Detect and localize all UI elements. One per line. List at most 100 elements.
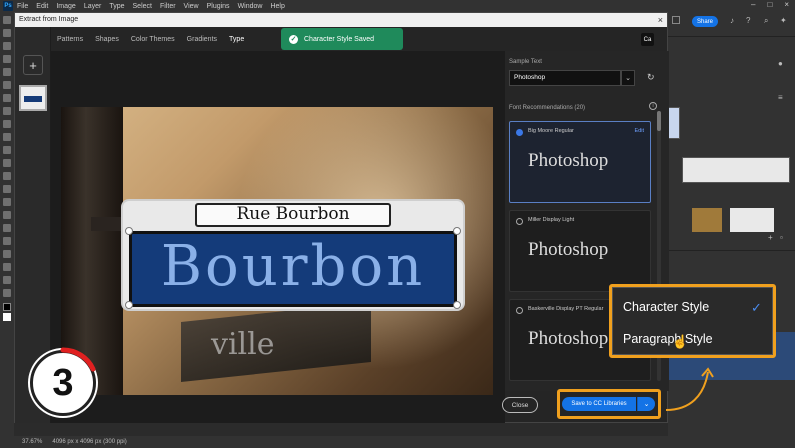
photoshop-logo-icon: Ps <box>3 1 13 11</box>
search-icon[interactable]: ⌕ <box>764 17 772 25</box>
help-icon[interactable]: ? <box>746 17 754 25</box>
menu-filter[interactable]: Filter <box>160 3 176 10</box>
path-select-tool-icon[interactable] <box>3 237 11 245</box>
menu-type[interactable]: Type <box>109 3 124 10</box>
selection-handle[interactable] <box>125 301 133 309</box>
zoom-tool-icon[interactable] <box>3 276 11 284</box>
stamp-tool-icon[interactable] <box>3 133 11 141</box>
selection-handle[interactable] <box>125 227 133 235</box>
close-button[interactable]: Close <box>502 397 538 413</box>
delete-icon[interactable]: ▫ <box>780 234 788 242</box>
sparkle-icon[interactable]: ✦ <box>780 17 788 25</box>
tab-patterns[interactable]: Patterns <box>57 36 83 43</box>
font-radio[interactable] <box>516 307 523 314</box>
info-icon[interactable]: i <box>649 102 657 110</box>
menu-file[interactable]: File <box>17 3 28 10</box>
font-card[interactable]: Miller Display Light Photoshop <box>509 210 651 292</box>
selection-handle[interactable] <box>453 227 461 235</box>
font-card[interactable]: Big Moore Regular Edit Photoshop <box>509 121 651 203</box>
selection-handle[interactable] <box>453 301 461 309</box>
move-tool-icon[interactable] <box>3 16 11 24</box>
menu-window[interactable]: Window <box>238 3 263 10</box>
edit-link[interactable]: Edit <box>635 128 644 134</box>
hand-tool-icon[interactable] <box>3 263 11 271</box>
menu-view[interactable]: View <box>184 3 199 10</box>
bell-icon[interactable]: ♪ <box>730 17 738 25</box>
close-window-button[interactable]: × <box>784 0 789 12</box>
tools-panel <box>0 12 14 436</box>
workspace-icon[interactable] <box>672 16 680 24</box>
panel-menu-icon[interactable]: ≡ <box>778 94 786 102</box>
brush-tool-icon[interactable] <box>3 120 11 128</box>
window-controls: – □ × <box>751 0 789 12</box>
menu-help[interactable]: Help <box>270 3 284 10</box>
chevron-down-icon[interactable]: ⌄ <box>621 70 635 86</box>
crop-tool-icon[interactable] <box>3 68 11 76</box>
sign-main-selection[interactable]: Bourbon <box>129 231 457 307</box>
menu-bar: Ps File Edit Image Layer Type Select Fil… <box>0 0 795 12</box>
minimize-button[interactable]: – <box>751 0 755 12</box>
add-icon[interactable]: + <box>768 234 776 242</box>
font-preview: Photoshop <box>528 328 609 349</box>
street-sign: Rue Bourbon Bourbon <box>121 199 465 311</box>
type-tool-icon[interactable] <box>3 224 11 232</box>
tab-color-themes[interactable]: Color Themes <box>131 36 175 43</box>
healing-tool-icon[interactable] <box>3 107 11 115</box>
dialog-close-icon[interactable]: × <box>658 13 663 27</box>
menu-image[interactable]: Image <box>56 3 75 10</box>
dodge-tool-icon[interactable] <box>3 198 11 206</box>
menu-item-paragraph-style[interactable]: Paragraph Style <box>623 332 713 346</box>
tab-type[interactable]: Type <box>229 36 244 43</box>
tab-shapes[interactable]: Shapes <box>95 36 119 43</box>
blur-tool-icon[interactable] <box>3 185 11 193</box>
lasso-tool-icon[interactable] <box>3 42 11 50</box>
more-tools-icon[interactable] <box>3 289 11 297</box>
eyedropper-tool-icon[interactable] <box>3 94 11 102</box>
divider <box>668 250 795 251</box>
chevron-down-icon[interactable]: ⌄ <box>637 397 655 411</box>
street-sign-photo: ville Rue Bourbon Bourbon <box>61 107 493 395</box>
history-brush-tool-icon[interactable] <box>3 146 11 154</box>
share-button[interactable]: Share <box>692 16 718 27</box>
toast-text: Character Style Saved <box>304 35 375 43</box>
font-recommendations-label: Font Recommendations (20) <box>509 105 586 111</box>
library-brushes-strip[interactable] <box>682 157 790 183</box>
menu-select[interactable]: Select <box>133 3 152 10</box>
font-preview: Photoshop <box>528 150 609 171</box>
menu-edit[interactable]: Edit <box>36 3 48 10</box>
menu-item-character-style[interactable]: Character Style <box>623 300 709 314</box>
font-radio[interactable] <box>516 129 523 136</box>
menu-plugins[interactable]: Plugins <box>207 3 230 10</box>
marquee-tool-icon[interactable] <box>3 29 11 37</box>
image-preview-area: ville Rue Bourbon Bourbon <box>51 51 505 423</box>
refresh-icon[interactable]: ↻ <box>647 72 655 83</box>
menu-layer[interactable]: Layer <box>84 3 102 10</box>
sign-top-label: Rue Bourbon <box>195 203 391 227</box>
save-to-cc-libraries-button[interactable]: Save to CC Libraries <box>562 397 636 411</box>
callout-arrow <box>665 367 714 411</box>
zoom-level[interactable]: 37.67% <box>22 439 42 445</box>
select-subject-tool-icon[interactable] <box>3 55 11 63</box>
font-radio[interactable] <box>516 218 523 225</box>
gradient-tool-icon[interactable] <box>3 172 11 180</box>
user-icon[interactable]: ● <box>778 60 786 68</box>
frame-tool-icon[interactable] <box>3 81 11 89</box>
sample-text-label: Sample Text <box>509 59 542 65</box>
shape-tool-icon[interactable] <box>3 250 11 258</box>
sample-text-input[interactable]: Photoshop <box>509 70 621 86</box>
tab-gradients[interactable]: Gradients <box>187 36 217 43</box>
eraser-tool-icon[interactable] <box>3 159 11 167</box>
image-thumbnail[interactable] <box>19 85 47 111</box>
library-image-tile[interactable] <box>692 208 722 232</box>
pen-tool-icon[interactable] <box>3 211 11 219</box>
maximize-button[interactable]: □ <box>767 0 772 12</box>
dialog-title: Extract from Image <box>15 13 667 27</box>
add-image-button[interactable]: + <box>23 55 43 75</box>
foreground-color-swatch[interactable] <box>3 303 11 311</box>
background-color-swatch[interactable] <box>3 313 11 321</box>
character-style-icon[interactable]: Ca <box>641 33 654 46</box>
font-preview: Photoshop <box>528 239 609 260</box>
extract-tabs: Patterns Shapes Color Themes Gradients T… <box>51 27 501 51</box>
library-image-tile[interactable] <box>730 208 774 232</box>
library-tile[interactable] <box>668 107 680 139</box>
